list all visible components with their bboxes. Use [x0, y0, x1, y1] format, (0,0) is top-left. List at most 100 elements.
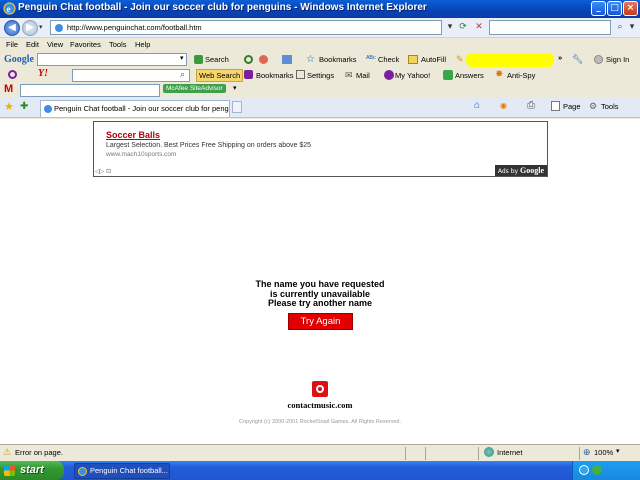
address-row: ◀ ▶ ▾ http://www.penguinchat.com/footbal…: [0, 18, 640, 38]
new-tab-button[interactable]: [232, 101, 242, 113]
close-button[interactable]: ×: [623, 1, 638, 16]
google-input-dropdown-icon[interactable]: ▾: [180, 54, 184, 62]
google-search-input[interactable]: [37, 53, 187, 66]
status-bar: ⚠ Error on page. Internet ⊕ 100% ▾: [0, 444, 640, 461]
contactmusic-brand[interactable]: contactmusic.com: [270, 400, 370, 410]
tools-menu-button[interactable]: Tools: [601, 102, 619, 111]
google-search-button[interactable]: Search: [205, 55, 229, 64]
google-toolbar: Google ▾ Search ☆ Bookmarks ᴬᴮᶜ Check Au…: [0, 52, 640, 68]
warning-icon[interactable]: ⚠: [3, 447, 11, 458]
ad-url[interactable]: www.mach10sports.com: [106, 151, 176, 158]
start-button[interactable]: start: [0, 461, 64, 480]
highlight-icon[interactable]: ✎: [456, 54, 464, 65]
menu-edit[interactable]: Edit: [26, 40, 39, 49]
zoom-level[interactable]: 100%: [594, 448, 613, 457]
address-input[interactable]: http://www.penguinchat.com/football.htm: [50, 20, 442, 35]
address-dropdown-icon[interactable]: ▾: [443, 20, 457, 35]
menu-favorites[interactable]: Favorites: [70, 40, 101, 49]
tray-network-icon[interactable]: [579, 465, 589, 475]
system-tray: [572, 461, 640, 480]
signin-icon: [594, 55, 603, 64]
mcafee-toolbar: M McAfee SiteAdvisor ▾: [0, 83, 640, 97]
anti-spy-icon: ✸: [495, 69, 504, 80]
add-button-icon[interactable]: [282, 55, 292, 64]
back-button[interactable]: ◀: [4, 20, 20, 36]
start-label: start: [20, 464, 44, 476]
taskbar-ie-icon: [78, 467, 87, 476]
answers-icon: [443, 70, 453, 80]
status-text: Error on page.: [15, 448, 63, 457]
menu-view[interactable]: View: [47, 40, 63, 49]
pagerank-icon[interactable]: [244, 55, 253, 64]
favorites-star-icon[interactable]: ★: [4, 100, 14, 113]
tab-page-icon: [44, 105, 52, 113]
tab-row: ★ ✚ Penguin Chat football - Join our soc…: [0, 98, 640, 118]
tray-security-icon[interactable]: [592, 465, 602, 475]
autofill-icon: [408, 55, 418, 64]
ads-by-google-badge[interactable]: Ads by Google: [494, 165, 547, 176]
search-options-icon[interactable]: ▾: [625, 20, 639, 35]
web-search-button[interactable]: Web Search: [196, 69, 244, 82]
mail-icon: ✉: [345, 70, 353, 80]
live-search-input[interactable]: [489, 20, 611, 35]
yahoo-search-icon[interactable]: ⌕: [180, 69, 185, 80]
unavailable-message: The name you have requested is currently…: [255, 279, 385, 308]
settings-button[interactable]: Settings: [307, 71, 334, 80]
taskbar-item-ie[interactable]: Penguin Chat football...: [74, 463, 170, 479]
menu-bar: File Edit View Favorites Tools Help: [0, 38, 640, 52]
siteadvisor-dropdown-icon[interactable]: ▾: [233, 84, 237, 92]
try-again-button[interactable]: Try Again: [288, 313, 353, 330]
google-search-icon: [194, 55, 203, 64]
signin-button[interactable]: Sign In: [606, 55, 629, 64]
maximize-button[interactable]: □: [607, 1, 622, 16]
contactmusic-logo-icon[interactable]: [312, 381, 328, 397]
tab-active[interactable]: Penguin Chat football - Join our soccer …: [40, 100, 230, 117]
feeds-icon[interactable]: ◉: [500, 101, 507, 110]
page-icon: [551, 101, 560, 111]
google-ad-block[interactable]: Soccer Balls Largest Selection. Best Pri…: [93, 121, 548, 177]
add-favorites-icon[interactable]: ✚: [20, 101, 28, 112]
refresh-icon[interactable]: ⟳: [456, 20, 470, 35]
ad-title-link[interactable]: Soccer Balls: [106, 130, 160, 140]
settings-icon: [296, 70, 305, 79]
ads-by-brand: Google: [520, 166, 544, 175]
title-bar[interactable]: e Penguin Chat football - Join our socce…: [0, 0, 640, 18]
zoom-dropdown-icon[interactable]: ▾: [616, 447, 620, 455]
window-title: Penguin Chat football - Join our soccer …: [18, 2, 427, 13]
google-bookmarks-button[interactable]: Bookmarks: [319, 55, 357, 64]
home-icon[interactable]: ⌂: [474, 100, 480, 111]
page-icon: [55, 24, 63, 32]
menu-tools[interactable]: Tools: [109, 40, 127, 49]
siteadvisor-button[interactable]: McAfee SiteAdvisor: [163, 84, 226, 93]
answers-button[interactable]: Answers: [455, 71, 484, 80]
page-menu-button[interactable]: Page: [563, 102, 581, 111]
yahoo-bookmarks-button[interactable]: Bookmarks: [256, 71, 294, 80]
forward-button[interactable]: ▶: [22, 20, 38, 36]
print-icon[interactable]: ⎙: [527, 100, 535, 111]
m-search-input[interactable]: [20, 84, 160, 97]
internet-zone-icon: [484, 447, 494, 457]
minimize-button[interactable]: _: [591, 1, 606, 16]
anti-spy-button[interactable]: Anti-Spy: [507, 71, 535, 80]
popup-blocker-icon[interactable]: [259, 55, 268, 64]
menu-help[interactable]: Help: [135, 40, 150, 49]
ad-nav-arrows-icon[interactable]: ◁▷ ⊡: [95, 168, 111, 175]
m-logo-icon: M: [4, 83, 14, 95]
yahoo-toolbar-icon[interactable]: [8, 70, 17, 79]
my-yahoo-icon: [384, 70, 394, 80]
ie-logo-icon: e: [3, 2, 16, 15]
menu-file[interactable]: File: [6, 40, 18, 49]
yahoo-search-input[interactable]: [72, 69, 190, 82]
svg-text:e: e: [7, 4, 11, 14]
check-button[interactable]: Check: [378, 55, 399, 64]
my-yahoo-button[interactable]: My Yahoo!: [395, 71, 430, 80]
spellcheck-icon: ᴬᴮᶜ: [366, 54, 376, 63]
history-dropdown-icon[interactable]: ▾: [39, 23, 43, 31]
mail-button[interactable]: Mail: [356, 71, 370, 80]
more-chevron-icon[interactable]: »: [558, 53, 562, 62]
yahoo-bookmarks-icon: [244, 70, 253, 79]
wrench-icon[interactable]: 🔧︎: [572, 54, 583, 65]
stop-icon[interactable]: ✕: [472, 20, 486, 35]
autofill-button[interactable]: AutoFill: [421, 55, 446, 64]
ad-description: Largest Selection. Best Prices Free Ship…: [106, 142, 312, 149]
